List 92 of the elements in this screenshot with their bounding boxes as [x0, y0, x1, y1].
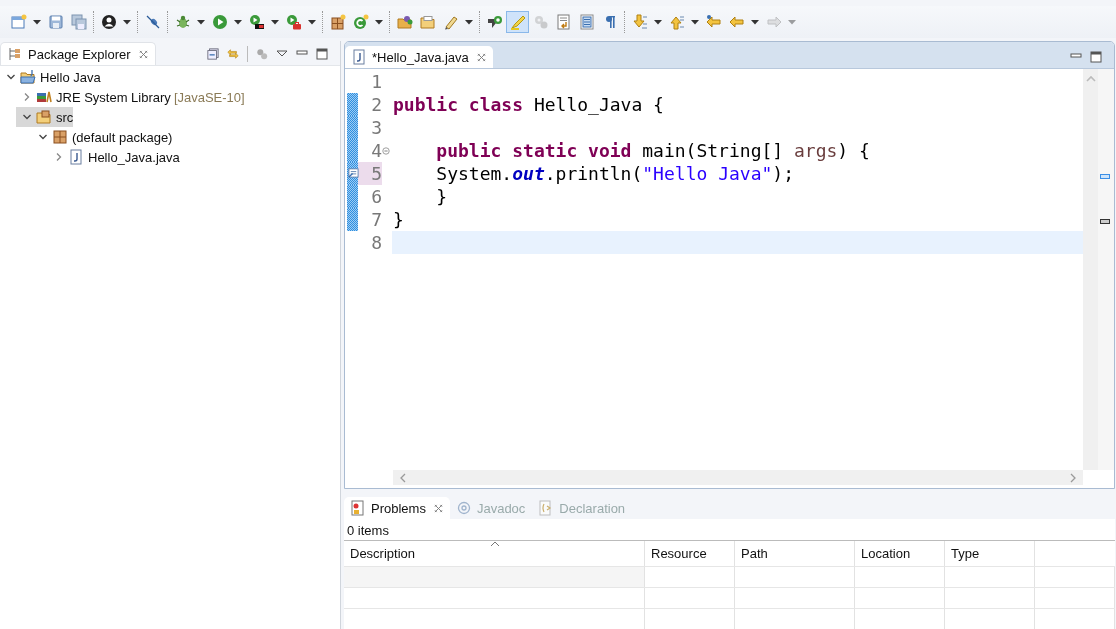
line-number: 2 [370, 93, 382, 116]
person-icon [100, 14, 117, 30]
maximize-icon[interactable] [316, 48, 328, 60]
tree-item[interactable]: JRE System Library [JavaSE-10] [16, 87, 245, 107]
column-header[interactable]: Resource [645, 541, 735, 566]
vertical-scrollbar[interactable] [1083, 69, 1098, 470]
tree-item[interactable]: src [16, 107, 74, 127]
project-icon [20, 69, 36, 85]
line-number: 7 [370, 208, 382, 231]
maximize-icon[interactable] [1090, 51, 1102, 63]
caret-icon [465, 19, 473, 25]
down-arrow-icon [631, 14, 648, 30]
code-line: System.out.println("Hello Java"); [435, 163, 794, 184]
view-tab[interactable]: Package Explorer [0, 42, 156, 65]
tree-label: (default package) [72, 129, 173, 145]
caret-icon [271, 19, 279, 25]
close-icon[interactable] [476, 52, 486, 62]
caret-icon [197, 19, 205, 25]
tree-label: Hello_Java.java [88, 149, 180, 165]
line-number: 5 [358, 162, 382, 185]
link-arrows-icon[interactable] [227, 48, 239, 60]
tree-item[interactable]: (default package) [32, 127, 173, 147]
editor-tab[interactable]: *Hello_Java.java [345, 46, 493, 68]
annotation-mark[interactable] [1100, 219, 1110, 224]
column-header[interactable]: Path [735, 541, 855, 566]
hierarchy-icon [7, 46, 23, 62]
line-number: 3 [370, 116, 382, 139]
new-window-icon [10, 14, 27, 30]
caret-icon [234, 19, 242, 25]
column-header[interactable]: Type [945, 541, 1035, 566]
forward-arrow-icon [765, 14, 782, 30]
coverage-icon [248, 14, 265, 30]
pin-icon [144, 14, 161, 30]
gears-icon[interactable] [256, 48, 268, 60]
open-folder-icon [396, 14, 413, 30]
save-icon [47, 14, 64, 30]
code-line: public class Hello_Java { [393, 94, 664, 115]
fold-icon[interactable] [382, 146, 390, 155]
caret-icon [375, 19, 383, 25]
run-icon [211, 14, 228, 30]
tree-label: JRE System Library [56, 89, 171, 105]
up-arrow-icon [668, 14, 685, 30]
item-count: 0 items [346, 522, 390, 540]
package-icon [329, 14, 346, 30]
library-icon [36, 89, 52, 105]
highlighter-icon [509, 14, 526, 30]
block-icon [578, 14, 595, 30]
horizontal-scrollbar[interactable] [393, 470, 1083, 485]
close-icon[interactable] [138, 49, 148, 59]
code-line: } [435, 186, 448, 207]
gears-icon [532, 14, 549, 30]
code-line: } [393, 209, 404, 230]
close-icon[interactable] [433, 503, 443, 513]
line-number: 4 [370, 139, 382, 162]
document-icon [555, 14, 572, 30]
caret-icon [33, 19, 41, 25]
line-number: 6 [370, 185, 382, 208]
at-icon [455, 500, 472, 516]
collapse-all-icon[interactable] [207, 48, 219, 60]
line-number: 8 [370, 231, 382, 254]
scroll-left-icon[interactable] [399, 472, 407, 483]
scroll-right-icon[interactable] [1069, 472, 1077, 483]
caret-icon [788, 19, 796, 25]
column-header[interactable]: Description [344, 541, 645, 566]
java-file-icon [68, 149, 84, 165]
save-all-icon [70, 14, 87, 30]
toolbox-icon [285, 14, 302, 30]
package-icon [52, 129, 68, 145]
caret-icon [751, 19, 759, 25]
tree-item[interactable]: Hello Java [0, 67, 101, 87]
column-header[interactable]: Location [855, 541, 945, 566]
declaration-icon [486, 14, 503, 30]
tree-label: src [56, 109, 74, 125]
tree-item[interactable]: Hello_Java.java [48, 147, 180, 167]
folder-icon [419, 14, 436, 30]
view-tab[interactable]: Problems [344, 497, 450, 519]
tree-label: Hello Java [40, 69, 101, 85]
caret-icon [691, 19, 699, 25]
java-file-icon [351, 49, 367, 65]
source-folder-icon [36, 109, 52, 125]
problems-icon [350, 500, 366, 516]
line-number: 1 [370, 70, 382, 93]
pencil-icon [442, 14, 459, 30]
back-arrow-icon [728, 14, 745, 30]
code-line: public static void main(String[] args) { [435, 140, 870, 161]
caret-icon [308, 19, 316, 25]
bug-icon [174, 14, 191, 30]
last-edit-icon [705, 14, 722, 30]
class-icon [352, 14, 369, 30]
tree-decoration: [JavaSE-10] [173, 89, 245, 105]
caret-icon [654, 19, 662, 25]
caret-icon [123, 19, 131, 25]
